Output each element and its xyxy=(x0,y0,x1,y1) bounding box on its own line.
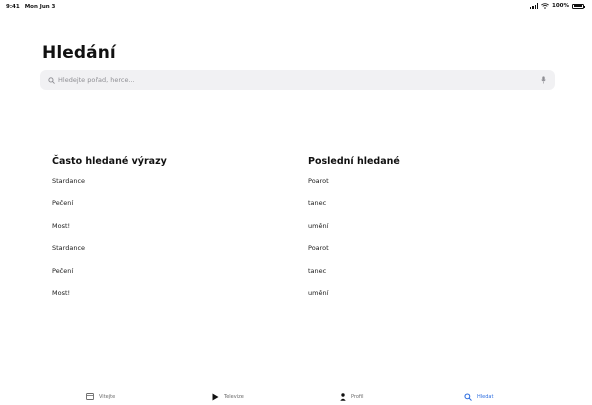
person-icon xyxy=(340,393,346,401)
recent-searches-section: Poslední hledané Poarot tanec umění Poar… xyxy=(308,156,528,311)
status-left: 9:41 Mon Jun 3 xyxy=(6,4,55,10)
tab-search-label: Hledat xyxy=(477,394,494,400)
recent-search-item[interactable]: tanec xyxy=(308,267,528,289)
status-bar: 9:41 Mon Jun 3 100% xyxy=(0,0,592,14)
microphone-icon[interactable] xyxy=(539,75,547,85)
recent-search-item[interactable]: Poarot xyxy=(308,177,528,199)
frequent-search-item[interactable]: Most! xyxy=(52,289,272,311)
search-input[interactable] xyxy=(58,76,539,84)
home-icon xyxy=(86,393,94,400)
recent-searches-title: Poslední hledané xyxy=(308,156,400,167)
page-title: Hledání xyxy=(42,43,116,63)
tab-profile[interactable]: Profil xyxy=(340,393,363,401)
battery-level xyxy=(573,5,583,8)
tab-search[interactable]: Hledat xyxy=(464,393,493,401)
frequent-searches-section: Často hledané výrazy Stardance Pečení Mo… xyxy=(52,156,272,311)
status-time: 9:41 xyxy=(6,4,20,10)
cellular-signal-icon xyxy=(530,3,538,9)
status-date: Mon Jun 3 xyxy=(24,4,56,10)
frequent-searches-title: Často hledané výrazy xyxy=(52,156,167,167)
tab-bar: Vitejte Televize Profil Hledat xyxy=(0,391,592,405)
wifi-icon xyxy=(541,3,549,9)
recent-search-item[interactable]: tanec xyxy=(308,199,528,221)
tab-profile-label: Profil xyxy=(351,394,364,400)
tab-television[interactable]: Televize xyxy=(212,393,244,401)
search-icon xyxy=(46,75,56,85)
tab-home-label: Vitejte xyxy=(99,393,116,400)
frequent-search-item[interactable]: Most! xyxy=(52,222,272,244)
search-icon xyxy=(464,393,472,401)
battery-percentage: 100% xyxy=(552,3,569,9)
play-icon xyxy=(212,393,219,401)
tab-home[interactable]: Vitejte xyxy=(86,393,115,400)
search-bar[interactable] xyxy=(40,70,555,90)
recent-search-item[interactable]: umění xyxy=(308,289,528,311)
status-right: 100% xyxy=(530,3,585,9)
recent-searches-list: Poarot tanec umění Poarot tanec umění xyxy=(308,177,528,311)
tab-television-label: Televize xyxy=(224,394,244,400)
frequent-search-item[interactable]: Pečení xyxy=(52,267,272,289)
recent-search-item[interactable]: umění xyxy=(308,222,528,244)
recent-search-item[interactable]: Poarot xyxy=(308,244,528,266)
battery-icon xyxy=(572,3,585,9)
frequent-search-item[interactable]: Stardance xyxy=(52,244,272,266)
frequent-search-item[interactable]: Stardance xyxy=(52,177,272,199)
frequent-searches-list: Stardance Pečení Most! Stardance Pečení … xyxy=(52,177,272,311)
frequent-search-item[interactable]: Pečení xyxy=(52,199,272,221)
